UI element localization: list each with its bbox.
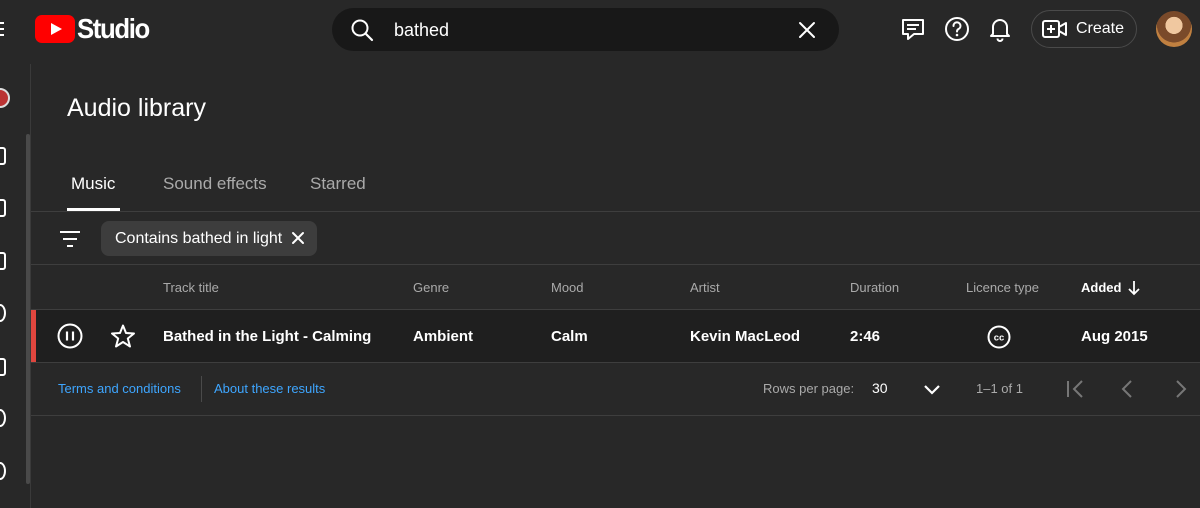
column-header-added[interactable]: Added [1081,280,1121,295]
playing-indicator [31,310,36,362]
divider [31,211,1200,212]
feedback-icon[interactable] [899,15,927,43]
pause-icon[interactable] [57,323,83,349]
notifications-bell-icon[interactable] [986,15,1014,43]
top-bar: Studio Create [0,0,1200,64]
creative-commons-icon[interactable]: cc [987,325,1011,349]
footer-divider [201,376,202,402]
track-duration: 2:46 [850,328,881,345]
first-page-icon[interactable] [1064,378,1086,400]
rows-per-page-value[interactable]: 30 [872,380,888,396]
chevron-down-icon[interactable] [921,378,943,400]
track-artist: Kevin MacLeod [690,328,801,345]
previous-page-icon[interactable] [1117,378,1139,400]
filter-chip-label: Contains bathed in light [115,229,283,247]
dashboard-icon[interactable] [0,147,6,165]
next-page-icon[interactable] [1170,378,1192,400]
column-header-artist[interactable]: Artist [690,280,720,295]
tab-starred[interactable]: Starred [310,174,366,194]
logo-text: Studio [77,13,150,44]
column-header-genre[interactable]: Genre [413,280,449,295]
subtitles-icon[interactable] [0,358,6,376]
create-button[interactable]: Create [1031,10,1137,48]
track-added-date: Aug 2015 [1081,328,1148,345]
rail-scrollbar[interactable] [26,134,30,484]
menu-icon[interactable] [0,22,6,38]
rows-per-page-label: Rows per page: [763,381,855,396]
tab-sound-effects[interactable]: Sound effects [163,174,267,194]
column-header-mood[interactable]: Mood [551,280,584,295]
customization-icon[interactable] [0,462,6,480]
remove-filter-icon[interactable] [290,230,306,246]
filter-icon[interactable] [59,229,81,249]
about-results-link[interactable]: About these results [214,381,325,396]
left-nav-rail [0,64,31,508]
tab-music[interactable]: Music [71,174,115,194]
help-icon[interactable] [943,15,971,43]
community-icon[interactable] [0,304,6,322]
divider [31,264,1200,265]
track-genre: Ambient [413,328,473,345]
channel-avatar[interactable] [0,88,10,108]
create-button-label: Create [1076,20,1125,37]
divider [31,362,1200,363]
divider [31,415,1200,416]
page-title: Audio library [67,94,206,122]
create-video-icon [1042,20,1067,38]
column-header-track-title[interactable]: Track title [163,280,219,295]
account-avatar[interactable] [1156,11,1192,47]
column-header-licence-type[interactable]: Licence type [966,280,1039,295]
search-input[interactable] [394,17,774,43]
analytics-icon[interactable] [0,252,6,270]
filter-chip[interactable]: Contains bathed in light [101,221,317,256]
search-icon[interactable] [350,18,374,42]
sort-descending-arrow-icon[interactable] [1127,280,1141,296]
content-icon[interactable] [0,199,6,217]
pagination-range: 1–1 of 1 [976,381,1023,396]
track-mood: Calm [551,328,588,345]
track-title: Bathed in the Light - Calming [163,328,372,345]
svg-text:cc: cc [994,333,1005,344]
star-icon[interactable] [110,323,136,349]
column-header-duration[interactable]: Duration [850,280,899,295]
youtube-play-icon [35,15,75,43]
clear-search-icon[interactable] [795,18,819,42]
earn-icon[interactable] [0,409,6,427]
terms-link[interactable]: Terms and conditions [58,381,181,396]
search-bar[interactable] [332,8,839,51]
studio-logo[interactable]: Studio [35,13,155,45]
